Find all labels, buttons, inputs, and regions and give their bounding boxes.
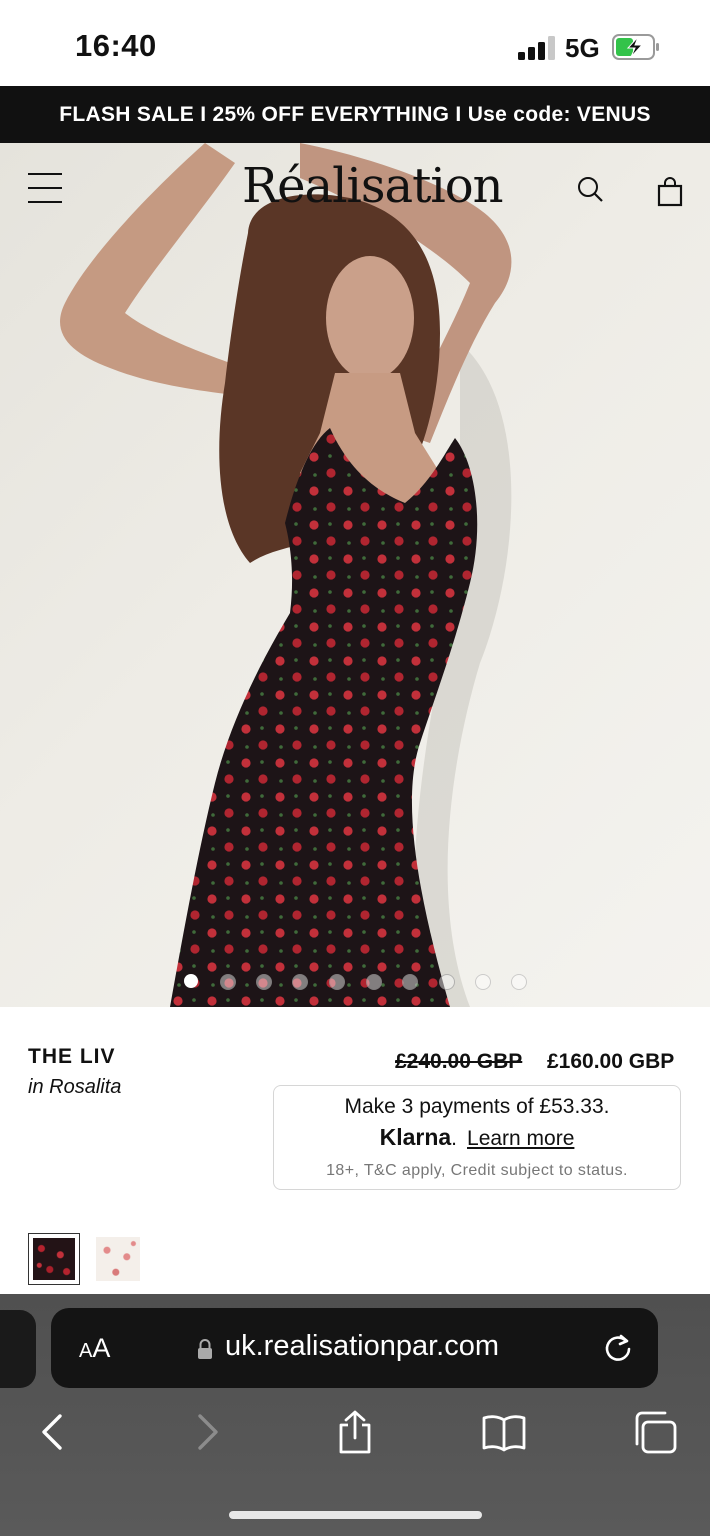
carousel-dot[interactable] [402,974,418,990]
clock: 16:40 [75,28,157,63]
text-size-button[interactable]: AA [79,1333,110,1364]
bookmarks-icon[interactable] [482,1410,526,1454]
menu-icon[interactable] [28,173,62,203]
product-variant: in Rosalita [28,1076,122,1098]
carousel-dot[interactable] [329,974,345,990]
address-bar[interactable]: AA uk.realisationpar.com [51,1308,658,1388]
flash-sale-banner[interactable]: FLASH SALE I 25% OFF EVERYTHING I Use co… [0,86,710,143]
lock-icon [198,1339,212,1359]
forward-icon[interactable] [184,1410,228,1454]
carousel-dot[interactable] [366,974,382,990]
swatch-white-floral[interactable] [96,1237,140,1281]
browser-toolbar: AA uk.realisationpar.com [0,1294,710,1536]
url-text[interactable]: uk.realisationpar.com [225,1330,499,1363]
carousel-dot-active[interactable] [184,974,198,988]
klarna-learn-more-link[interactable]: Learn more [467,1127,574,1150]
product-image[interactable]: Réalisation [0,143,710,1007]
reload-icon[interactable] [602,1332,634,1364]
tabs-icon[interactable] [633,1410,677,1454]
carousel-dot[interactable] [511,974,527,990]
carousel-indicator[interactable] [180,974,530,990]
signal-icon [518,36,556,60]
product-name: THE LIV [28,1045,116,1068]
home-indicator [229,1511,482,1519]
original-price: £240.00 GBP [395,1050,523,1073]
network-type: 5G [565,33,600,63]
carousel-dot[interactable] [292,974,308,990]
klarna-logo: Klarna [379,1124,452,1150]
carousel-dot[interactable] [220,974,236,990]
klarna-brand-row: Klarna. Learn more [379,1124,575,1150]
brand-logo[interactable]: Réalisation [242,158,504,214]
status-bar: 16:40 5G [0,0,710,86]
swatch-rosalita-selected[interactable] [28,1233,80,1285]
carousel-dot[interactable] [256,974,272,990]
klarna-disclaimer: 18+, T&C apply, Credit subject to status… [326,1162,628,1179]
battery-charging-icon [612,34,659,60]
carousel-dot[interactable] [475,974,491,990]
back-icon[interactable] [32,1410,76,1454]
search-icon[interactable] [577,176,603,202]
previous-tab-pill[interactable] [0,1310,36,1388]
share-icon[interactable] [333,1410,377,1454]
klarna-payment-box: Make 3 payments of £53.33. Klarna. Learn … [273,1085,681,1190]
model-photo [60,143,512,1007]
carousel-dot[interactable] [439,974,455,990]
sale-price: £160.00 GBP [547,1050,675,1073]
shopping-bag-icon[interactable] [657,177,683,207]
klarna-installments: Make 3 payments of £53.33. [344,1095,610,1118]
